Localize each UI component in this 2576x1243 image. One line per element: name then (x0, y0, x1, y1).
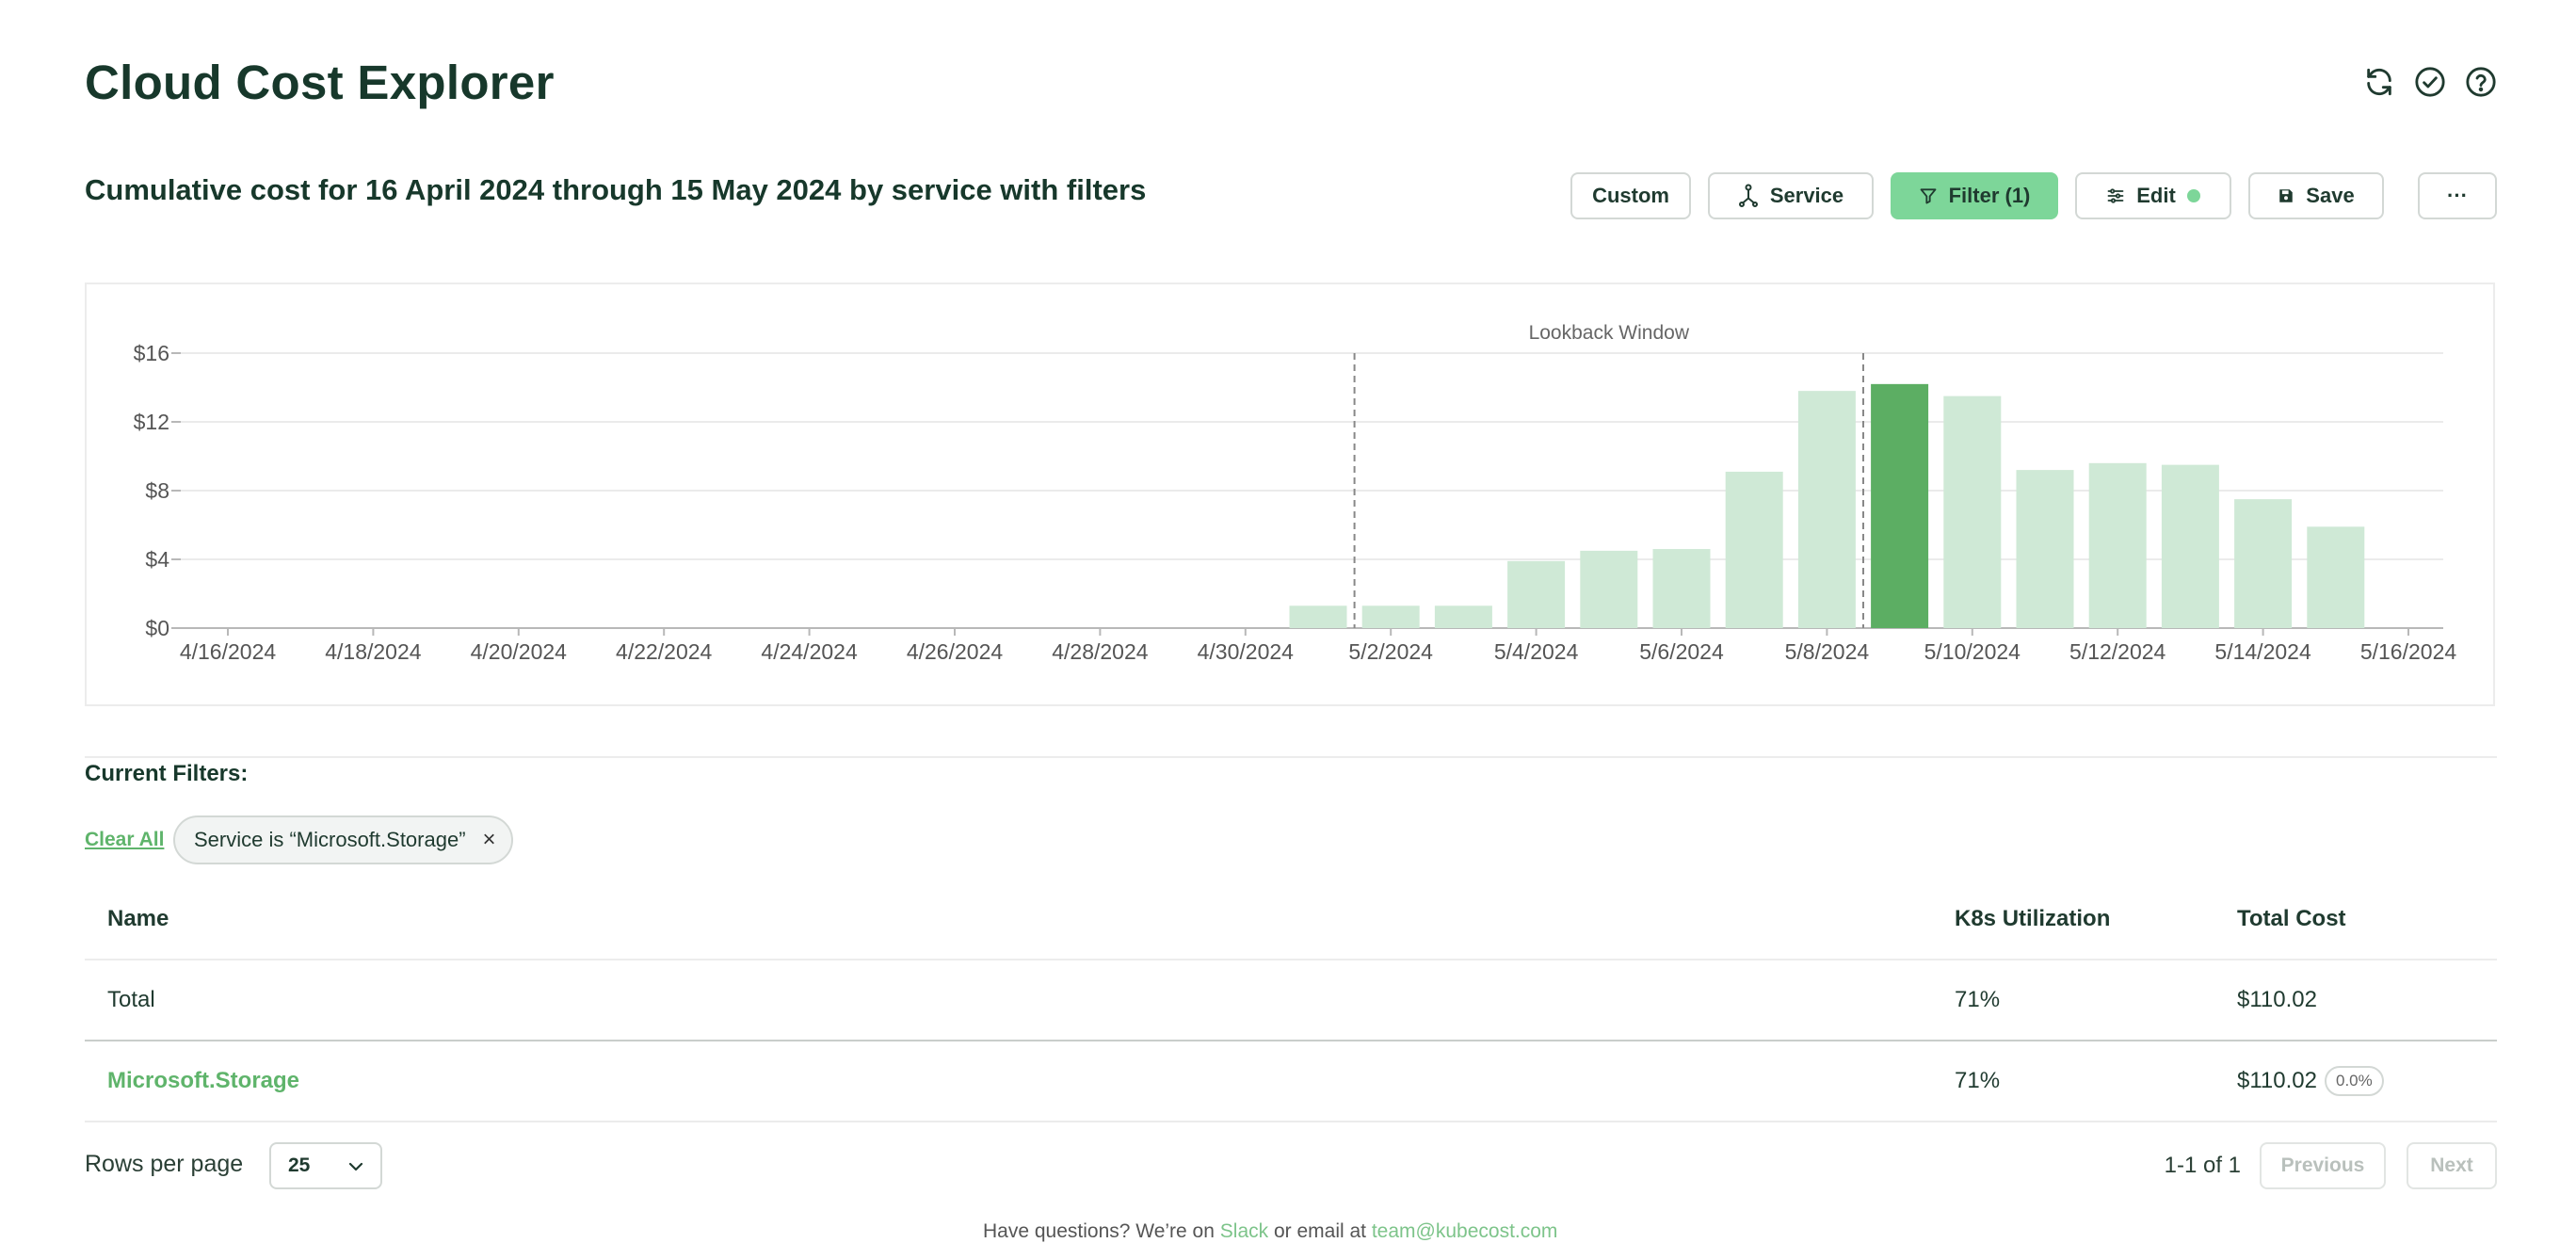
chart-x-tick-label: 4/26/2024 (907, 639, 1004, 664)
row-total-cost: $110.02 (2237, 1068, 2317, 1093)
chart-bar (1507, 560, 1566, 628)
cloud-cost-explorer-page: Cloud Cost Explorer Cumulative cost for … (85, 0, 2497, 1242)
sliders-icon (2106, 186, 2125, 205)
next-page-button[interactable]: Next (2407, 1142, 2497, 1189)
chart-x-tick-label: 4/22/2024 (616, 639, 713, 664)
cost-chart-svg: $16 $12 $8 $4 $0 4/16/2024 4/18/2024 4/20/2024… (134, 322, 2457, 664)
column-header-total-cost[interactable]: Total Cost (2237, 880, 2346, 959)
total-name: Total (107, 987, 155, 1012)
chevron-down-icon (348, 1154, 363, 1177)
fork-icon (1738, 184, 1759, 208)
chart-bar (1943, 396, 2002, 628)
total-utilization: 71% (1955, 987, 2001, 1012)
clear-all-filters-link[interactable]: Clear All (85, 829, 164, 851)
chart-y-axis-labels: $16 $12 $8 $4 $0 (134, 341, 170, 640)
edit-label: Edit (2136, 184, 2176, 207)
report-toolbar: Custom Service Filter (1) Edit Save ··· (1570, 172, 2497, 219)
edit-button[interactable]: Edit (2075, 172, 2231, 219)
chart-x-tick-label: 4/28/2024 (1052, 639, 1149, 664)
chart-x-tick-label: 5/4/2024 (1494, 639, 1579, 664)
save-button[interactable]: Save (2248, 172, 2384, 219)
chart-x-axis-labels: 4/16/2024 4/18/2024 4/20/2024 4/22/2024 4/24… (180, 628, 2457, 664)
chart-x-tick-label: 5/12/2024 (2069, 639, 2166, 664)
chart-x-tick-label: 5/6/2024 (1639, 639, 1724, 664)
chart-x-tick-label: 4/30/2024 (1198, 639, 1295, 664)
pagination: 1-1 of 1 Previous Next (2165, 1142, 2497, 1189)
header-actions (2363, 66, 2497, 98)
save-icon (2278, 187, 2294, 204)
page-title: Cloud Cost Explorer (85, 56, 555, 109)
table-header-row: Name K8s Utilization Total Cost (85, 880, 2497, 960)
more-options-button[interactable]: ··· (2418, 172, 2497, 219)
chart-bar (1361, 605, 1420, 628)
chart-x-tick-label: 5/8/2024 (1785, 639, 1870, 664)
help-icon[interactable] (2465, 66, 2497, 98)
rows-per-page-select[interactable]: 25 (269, 1142, 382, 1189)
lookback-window-label: Lookback Window (1529, 322, 1690, 344)
column-header-name[interactable]: Name (107, 880, 169, 959)
chart-x-tick-label: 4/16/2024 (180, 639, 277, 664)
chart-x-tick-label: 4/18/2024 (325, 639, 422, 664)
chart-x-tick-label: 4/20/2024 (471, 639, 568, 664)
chart-bar (2088, 462, 2147, 628)
column-header-k8s-utilization[interactable]: K8s Utilization (1955, 880, 2110, 959)
service-name-link[interactable]: Microsoft.Storage (107, 1068, 299, 1094)
filter-chip-text: Service is “Microsoft.Storage” (194, 828, 466, 851)
section-divider (85, 756, 2497, 758)
funnel-icon (1919, 186, 1938, 205)
chart-bar (1725, 471, 1783, 628)
edit-status-dot (2186, 189, 2200, 202)
chart-bar (2161, 464, 2219, 628)
chart-x-tick-label: 4/24/2024 (761, 639, 858, 664)
custom-date-button[interactable]: Custom (1570, 172, 1691, 219)
check-circle-icon[interactable] (2414, 66, 2446, 98)
report-subtitle: Cumulative cost for 16 April 2024 throug… (85, 173, 1147, 206)
percent-change-badge: 0.0% (2324, 1066, 2384, 1096)
more-options-label: ··· (2447, 184, 2468, 207)
table-row[interactable]: Microsoft.Storage 71% $110.02 0.0% (85, 1041, 2497, 1122)
previous-page-button[interactable]: Previous (2260, 1142, 2386, 1189)
chart-bar (1580, 550, 1638, 628)
chart-bars (1289, 383, 2365, 628)
table-total-row: Total 71% $110.02 (85, 960, 2497, 1041)
chart-x-tick-label: 5/10/2024 (1924, 639, 2021, 664)
chart-bar (2016, 470, 2074, 628)
pagination-count: 1-1 of 1 (2164, 1153, 2241, 1178)
rows-per-page-label: Rows per page (85, 1151, 244, 1177)
refresh-icon[interactable] (2363, 66, 2395, 98)
filter-button[interactable]: Filter (1) (1891, 172, 2058, 219)
chart-bar (2307, 526, 2365, 628)
chart-y-tick-label: $4 (145, 547, 169, 572)
chart-x-tick-label: 5/16/2024 (2360, 639, 2457, 664)
chart-bar (1871, 383, 1929, 628)
aggregate-by-service-button[interactable]: Service (1708, 172, 1874, 219)
current-filters-label: Current Filters: (85, 761, 249, 786)
chart-bar (1652, 549, 1711, 628)
help-footer: Have questions? We’re on Slack or email … (983, 1220, 1557, 1243)
total-cost: $110.02 (2237, 987, 2317, 1012)
cost-table: Name K8s Utilization Total Cost Total 71… (85, 880, 2497, 1122)
chart-y-tick-label: $8 (145, 478, 169, 503)
rows-per-page-value: 25 (288, 1154, 311, 1176)
chart-bar (2234, 499, 2293, 628)
chart-y-tick-label: $12 (134, 410, 169, 434)
custom-date-label: Custom (1592, 184, 1669, 207)
remove-filter-icon[interactable]: × (483, 827, 496, 853)
chart-x-tick-label: 5/2/2024 (1348, 639, 1433, 664)
chart-y-tick-label: $16 (134, 341, 169, 365)
filter-chip-service: Service is “Microsoft.Storage” × (173, 815, 513, 864)
chart-x-tick-label: 5/14/2024 (2214, 639, 2311, 664)
chart-bar (1289, 605, 1347, 628)
chart-bar (1434, 605, 1492, 628)
chart-bar (1797, 391, 1856, 628)
cost-chart: $16 $12 $8 $4 $0 4/16/2024 4/18/2024 4/20/2024… (85, 282, 2495, 706)
service-name-cell: Microsoft.Storage (107, 1041, 299, 1121)
row-utilization: 71% (1955, 1068, 2001, 1093)
chart-y-tick-label: $0 (145, 616, 169, 640)
filter-label: Filter (1) (1948, 184, 2031, 207)
aggregate-label: Service (1769, 184, 1844, 207)
row-cost-cell: $110.02 0.0% (2237, 1041, 2384, 1121)
save-label: Save (2306, 184, 2355, 207)
